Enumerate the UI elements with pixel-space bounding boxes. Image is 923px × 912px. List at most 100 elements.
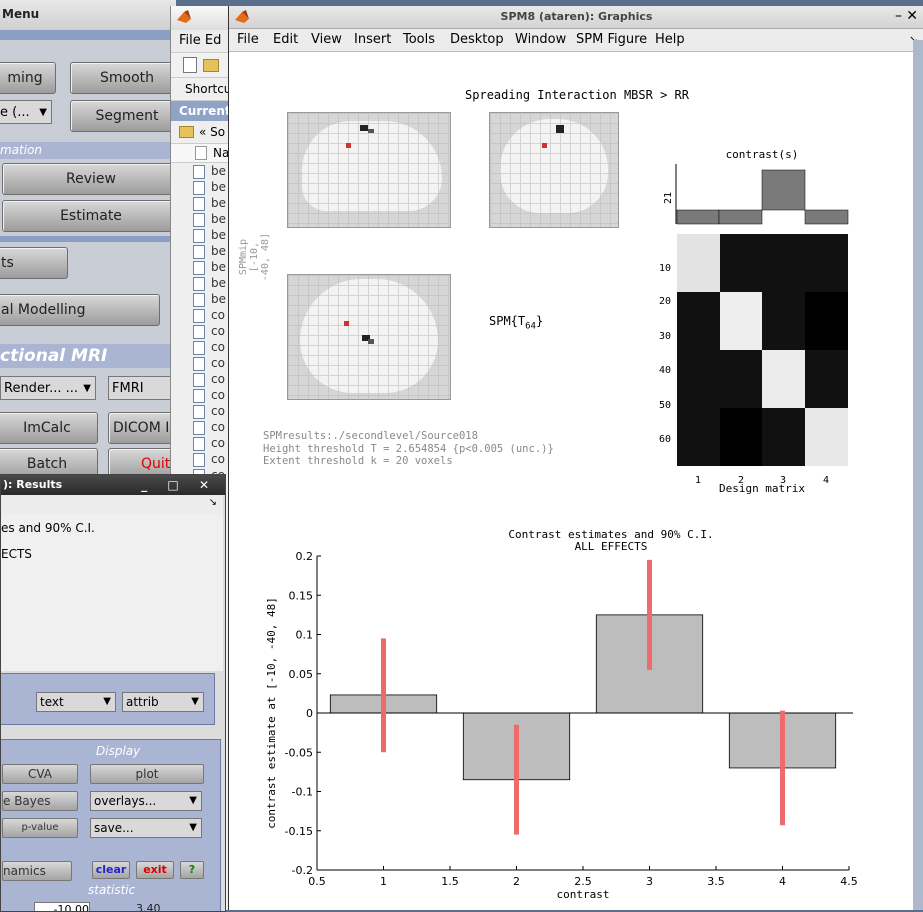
contrast-weight-1: [676, 209, 720, 225]
menu-tools[interactable]: Tools: [403, 29, 435, 51]
results-button[interactable]: ts: [0, 247, 68, 279]
menu-window[interactable]: Window: [515, 29, 566, 51]
chart-xtick-label: 0.5: [308, 875, 326, 888]
file-list-item[interactable]: be: [171, 291, 235, 307]
results-display-panel: Display CVA plot e Bayes overlays... ▼ p-…: [1, 739, 221, 911]
menu-desktop[interactable]: Desktop: [450, 29, 504, 51]
coordinate-field[interactable]: -10.00: [34, 902, 90, 911]
file-list-item[interactable]: be: [171, 259, 235, 275]
menu-spm-figure[interactable]: SPM Figure: [576, 29, 647, 51]
file-list-item[interactable]: co: [171, 371, 235, 387]
dicom-import-button[interactable]: DICOM I: [108, 412, 176, 444]
file-list-item[interactable]: be: [171, 179, 235, 195]
file-list-item[interactable]: be: [171, 243, 235, 259]
file-name: co: [211, 324, 225, 338]
chart-ytick-label: 0.2: [296, 550, 314, 563]
render-popup[interactable]: Render... ... ▼: [0, 376, 96, 400]
menu-edit[interactable]: Edit: [273, 29, 298, 51]
column-name-header: Na: [213, 146, 230, 160]
design-block-1: [677, 234, 720, 292]
stat-df: 64: [525, 321, 536, 332]
right-edge-window: [913, 40, 923, 910]
save-popup[interactable]: save... ▼: [90, 818, 202, 838]
pvalue-button[interactable]: p-value: [2, 818, 78, 838]
estimate-button[interactable]: Estimate: [2, 200, 176, 232]
menu-insert[interactable]: Insert: [354, 29, 391, 51]
document-icon: [193, 197, 205, 211]
document-icon: [193, 453, 205, 467]
file-list-item[interactable]: co: [171, 339, 235, 355]
contrast-tick: 21: [663, 192, 674, 204]
design-matrix-ytick: 50: [659, 400, 671, 411]
imcalc-button[interactable]: ImCalc: [0, 412, 98, 444]
realign-button[interactable]: ming: [0, 62, 56, 94]
stat-label: SPM{T64}: [489, 314, 543, 331]
document-icon: [193, 357, 205, 371]
menu-titlebar: Menu: [0, 0, 176, 31]
text-popup[interactable]: text ▼: [36, 692, 116, 712]
exit-button[interactable]: exit: [136, 861, 174, 879]
file-browser-menubar[interactable]: File Ed: [171, 30, 235, 53]
document-icon: [193, 373, 205, 387]
open-folder-icon[interactable]: [203, 59, 219, 72]
cursor-marker-icon: [542, 143, 547, 148]
file-list-item[interactable]: co: [171, 451, 235, 467]
cva-button[interactable]: CVA: [2, 764, 78, 784]
file-list-header[interactable]: Na: [171, 144, 235, 163]
window-controls-icon[interactable]: _ □ ✕: [141, 475, 217, 495]
folder-path[interactable]: « So: [171, 121, 235, 144]
plot-button[interactable]: plot: [90, 764, 204, 784]
file-list-item[interactable]: be: [171, 195, 235, 211]
file-list-item[interactable]: be: [171, 163, 235, 179]
render-popup-label: Render... ...: [4, 381, 79, 396]
new-file-icon[interactable]: [183, 57, 197, 73]
minimize-icon[interactable]: –: [895, 8, 902, 24]
menu-window-title: Menu: [2, 7, 40, 21]
dock-arrow-icon[interactable]: ↘: [209, 497, 217, 508]
estimation-section-label: mation: [0, 143, 43, 157]
file-browser-titlebar: [171, 6, 235, 30]
dynamics-button[interactable]: namics: [2, 861, 72, 881]
file-list-item[interactable]: be: [171, 227, 235, 243]
chart-xtick-label: 3.5: [707, 875, 725, 888]
coregister-popup[interactable]: e (... ▼: [0, 100, 52, 124]
chart-ytick-label: -0.05: [285, 746, 313, 759]
overlays-popup[interactable]: overlays... ▼: [90, 791, 202, 811]
smooth-button[interactable]: Smooth: [70, 62, 176, 94]
modality-popup[interactable]: FMRI: [108, 376, 176, 400]
file-list-item[interactable]: co: [171, 323, 235, 339]
shortcuts-bar[interactable]: Shortcu: [171, 78, 235, 101]
design-block-dark: [720, 408, 762, 466]
file-list-item[interactable]: be: [171, 275, 235, 291]
menu-help[interactable]: Help: [655, 29, 685, 51]
file-type-icon: [195, 146, 207, 160]
menu-view[interactable]: View: [311, 29, 342, 51]
close-icon[interactable]: ✕: [906, 8, 918, 24]
file-list-item[interactable]: co: [171, 403, 235, 419]
glass-brain-axial: [287, 274, 451, 400]
file-list-item[interactable]: co: [171, 355, 235, 371]
chart-xlabel: contrast: [557, 888, 610, 901]
segment-button[interactable]: Segment: [70, 100, 176, 132]
file-list-item[interactable]: be: [171, 211, 235, 227]
spmmip-label: SPMmip: [238, 238, 249, 276]
graphics-window: SPM8 (ataren): Graphics – ✕ File Edit Vi…: [228, 6, 923, 910]
folder-path-text: « So: [199, 125, 226, 139]
dropdown-arrow-icon: ▼: [189, 822, 197, 833]
file-list-item[interactable]: co: [171, 419, 235, 435]
design-matrix: [677, 234, 848, 466]
help-button[interactable]: ?: [180, 861, 204, 879]
clear-button[interactable]: clear: [92, 861, 130, 879]
file-list-item[interactable]: co: [171, 307, 235, 323]
attrib-popup[interactable]: attrib ▼: [122, 692, 204, 712]
file-name: be: [211, 164, 226, 178]
dynamic-modelling-button[interactable]: al Modelling: [0, 294, 160, 326]
file-list-item[interactable]: co: [171, 435, 235, 451]
file-name: co: [211, 452, 225, 466]
bayes-button[interactable]: e Bayes: [2, 791, 78, 811]
file-list-item[interactable]: co: [171, 387, 235, 403]
menu-file[interactable]: File: [237, 29, 259, 51]
review-button[interactable]: Review: [2, 163, 176, 195]
design-matrix-xtick: 4: [823, 475, 829, 486]
text-popup-label: text: [40, 695, 64, 709]
